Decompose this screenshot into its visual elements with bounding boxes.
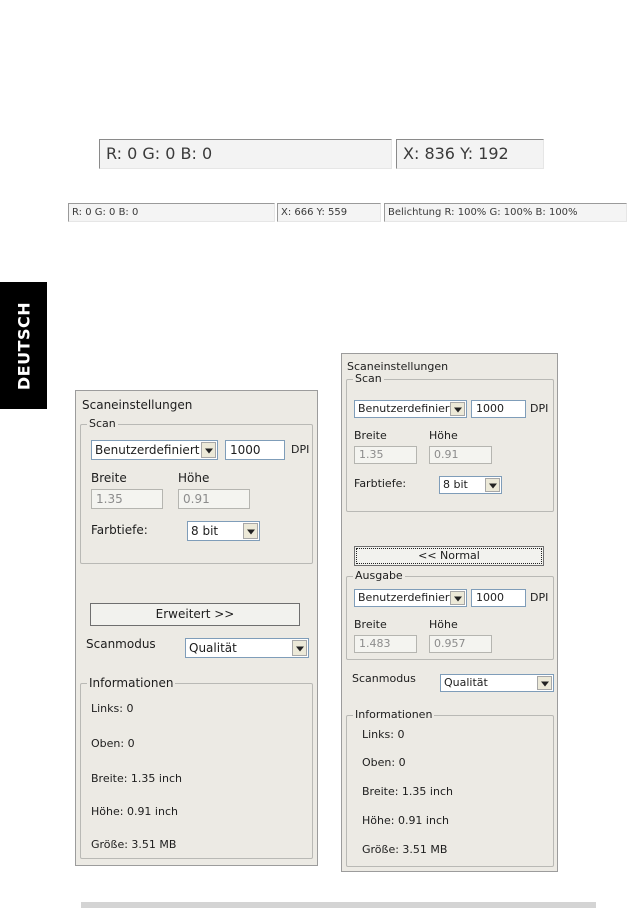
info-width: Breite: 1.35 inch: [362, 785, 453, 798]
chevron-down-icon[interactable]: [537, 676, 552, 690]
chevron-down-icon[interactable]: [450, 402, 465, 416]
info-left: Links: 0: [362, 728, 405, 741]
scan-mode-value: Qualität: [444, 676, 488, 689]
scan-mode-label: Scanmodus: [352, 672, 416, 685]
output-preset-value: Benutzerdefiniert: [358, 591, 454, 604]
output-width-label: Breite: [354, 618, 387, 631]
scan-group: Scan Benutzerdefiniert 1000 DPI Breite H…: [346, 372, 554, 512]
scan-group-legend: Scan: [353, 372, 384, 385]
width-label: Breite: [354, 429, 387, 442]
output-width-field: 1.483: [354, 635, 417, 653]
height-field: 0.91: [429, 446, 492, 464]
status-rgb-readout: R: 0 G: 0 B: 0: [68, 203, 275, 222]
chevron-down-icon[interactable]: [485, 478, 500, 492]
color-depth-value: 8 bit: [191, 524, 219, 538]
chevron-down-icon[interactable]: [201, 442, 216, 458]
output-group: Ausgabe Benutzerdefiniert 1000 DPI Breit…: [346, 569, 554, 660]
output-dpi-input[interactable]: 1000: [471, 589, 526, 607]
page-footer-rule: [81, 902, 596, 908]
output-height-field: 0.957: [429, 635, 492, 653]
color-depth-label: Farbtiefe:: [354, 477, 407, 490]
info-height: Höhe: 0.91 inch: [362, 814, 449, 827]
width-field: 1.35: [354, 446, 417, 464]
status-bar-small: R: 0 G: 0 B: 0 X: 666 Y: 559 Belichtung …: [68, 203, 627, 222]
width-label: Breite: [91, 471, 127, 485]
scan-preset-select[interactable]: Benutzerdefiniert: [91, 440, 218, 460]
height-field: 0.91: [178, 489, 250, 509]
scan-mode-value: Qualität: [189, 641, 237, 655]
scan-preset-value: Benutzerdefiniert: [358, 402, 454, 415]
chevron-down-icon[interactable]: [243, 523, 258, 539]
information-group: Informationen Links: 0 Oben: 0 Breite: 1…: [346, 708, 554, 867]
scan-mode-select[interactable]: Qualität: [440, 674, 554, 692]
info-width: Breite: 1.35 inch: [91, 772, 182, 785]
normal-toggle-button[interactable]: << Normal: [354, 546, 544, 566]
color-depth-select[interactable]: 8 bit: [187, 521, 260, 541]
information-group-legend: Informationen: [87, 676, 176, 690]
color-depth-select[interactable]: 8 bit: [439, 476, 502, 494]
info-size: Größe: 3.51 MB: [362, 843, 448, 856]
scan-preset-value: Benutzerdefiniert: [95, 443, 200, 457]
color-depth-value: 8 bit: [443, 478, 468, 491]
scan-mode-select[interactable]: Qualität: [185, 638, 309, 658]
status-coordinates-readout: X: 666 Y: 559: [277, 203, 381, 222]
output-group-legend: Ausgabe: [353, 569, 405, 582]
scan-preset-select[interactable]: Benutzerdefiniert: [354, 400, 467, 418]
language-side-tab: DEUTSCH: [0, 282, 47, 409]
info-size: Größe: 3.51 MB: [91, 838, 177, 851]
dpi-input[interactable]: 1000: [471, 400, 526, 418]
info-left: Links: 0: [91, 702, 134, 715]
advanced-toggle-button[interactable]: Erweitert >>: [90, 603, 300, 626]
scan-mode-label: Scanmodus: [86, 637, 156, 651]
scan-group: Scan Benutzerdefiniert 1000 DPI Breite H…: [80, 417, 313, 564]
output-height-label: Höhe: [429, 618, 458, 631]
status-coordinates-readout: X: 836 Y: 192: [396, 139, 544, 169]
dpi-label: DPI: [530, 402, 549, 415]
panel-title: Scaneinstellungen: [82, 398, 193, 412]
status-rgb-readout: R: 0 G: 0 B: 0: [99, 139, 392, 169]
info-top: Oben: 0: [362, 756, 406, 769]
information-group: Informationen Links: 0 Oben: 0 Breite: 1…: [80, 676, 313, 859]
status-bar-large: R: 0 G: 0 B: 0 X: 836 Y: 192: [99, 139, 549, 169]
status-exposure-readout: Belichtung R: 100% G: 100% B: 100%: [384, 203, 627, 222]
info-top: Oben: 0: [91, 737, 135, 750]
output-preset-select[interactable]: Benutzerdefiniert: [354, 589, 467, 607]
scan-settings-panel-advanced: Scaneinstellungen Scan Benutzerdefiniert…: [341, 353, 558, 872]
height-label: Höhe: [429, 429, 458, 442]
chevron-down-icon[interactable]: [292, 640, 307, 656]
color-depth-label: Farbtiefe:: [91, 523, 148, 537]
dpi-label: DPI: [291, 443, 310, 456]
output-dpi-label: DPI: [530, 591, 549, 604]
width-field: 1.35: [91, 489, 163, 509]
height-label: Höhe: [178, 471, 210, 485]
dpi-input[interactable]: 1000: [225, 440, 285, 460]
scan-group-legend: Scan: [87, 417, 118, 430]
language-side-tab-label: DEUTSCH: [14, 301, 33, 390]
info-height: Höhe: 0.91 inch: [91, 805, 178, 818]
chevron-down-icon[interactable]: [450, 591, 465, 605]
information-group-legend: Informationen: [353, 708, 435, 721]
scan-settings-panel-normal: Scaneinstellungen Scan Benutzerdefiniert…: [75, 390, 318, 866]
